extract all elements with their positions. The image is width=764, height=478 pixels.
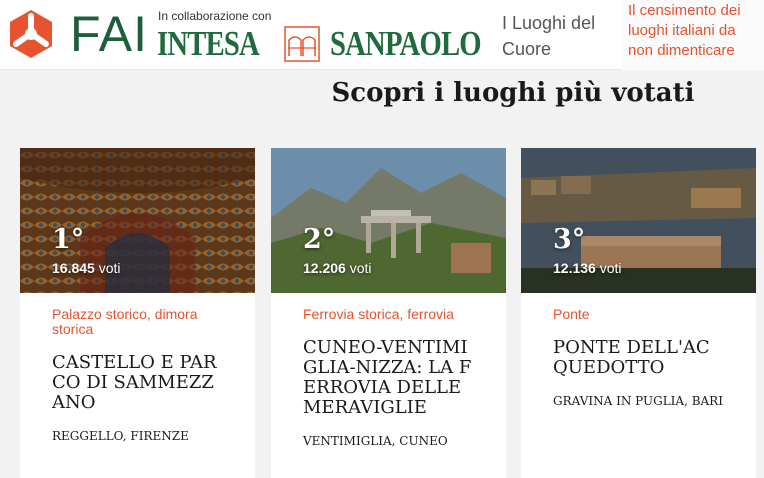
place-card[interactable]: 3° 12.136 voti Ponte Ponte dell'acquedot…: [521, 148, 756, 478]
sanpaolo-logo-icon: [284, 26, 320, 62]
place-card[interactable]: 2° 12.206 voti Ferrovia storica, ferrovi…: [271, 148, 506, 478]
rank-label: 2°: [303, 224, 336, 255]
place-category: Palazzo storico, dimora storica: [52, 306, 198, 337]
sanpaolo-logo-text: SANPAOLO: [330, 24, 482, 63]
rank-label: 1°: [52, 224, 85, 255]
votes-count: 16.845: [52, 260, 95, 276]
section-title: Scopri i luoghi più votati: [331, 78, 695, 108]
place-card[interactable]: 1° 16.845 voti Palazzo storico, dimora s…: [20, 148, 255, 478]
place-category: Ponte: [553, 306, 590, 322]
fai-logo-icon[interactable]: [6, 8, 56, 58]
place-name[interactable]: Ponte dell'acquedotto: [553, 338, 724, 378]
place-image[interactable]: 3° 12.136 voti: [521, 148, 756, 293]
place-location: Reggello, Firenze: [52, 429, 189, 443]
place-location: Gravina in Puglia, Bari: [553, 394, 723, 408]
site-header: FAI In collaborazione con INTESA SANPAOL…: [0, 0, 764, 70]
collaboration-label: In collaborazione con: [158, 9, 272, 23]
fai-brand[interactable]: FAI: [70, 4, 148, 64]
place-category: Ferrovia storica, ferrovia: [303, 306, 454, 322]
place-location: Ventimiglia, Cuneo: [303, 434, 448, 448]
votes-unit: voti: [599, 260, 622, 276]
site-tagline: Il censimento dei luoghi italiani da non…: [622, 0, 764, 70]
place-name[interactable]: Castello e Parco di Sammezzano: [52, 353, 223, 413]
votes-label: 12.206 voti: [303, 260, 372, 276]
votes-label: 12.136 voti: [553, 260, 622, 276]
votes-count: 12.206: [303, 260, 346, 276]
votes-count: 12.136: [553, 260, 596, 276]
votes-label: 16.845 voti: [52, 260, 121, 276]
place-image[interactable]: 2° 12.206 voti: [271, 148, 506, 293]
votes-unit: voti: [98, 260, 121, 276]
site-title[interactable]: I Luoghi del Cuore: [502, 10, 622, 62]
place-image[interactable]: 1° 16.845 voti: [20, 148, 255, 293]
place-name[interactable]: Cuneo-Ventimiglia-Nizza: la ferrovia del…: [303, 338, 474, 418]
intesa-logo-text: INTESA: [157, 24, 260, 63]
votes-unit: voti: [349, 260, 372, 276]
rank-label: 3°: [553, 224, 586, 255]
